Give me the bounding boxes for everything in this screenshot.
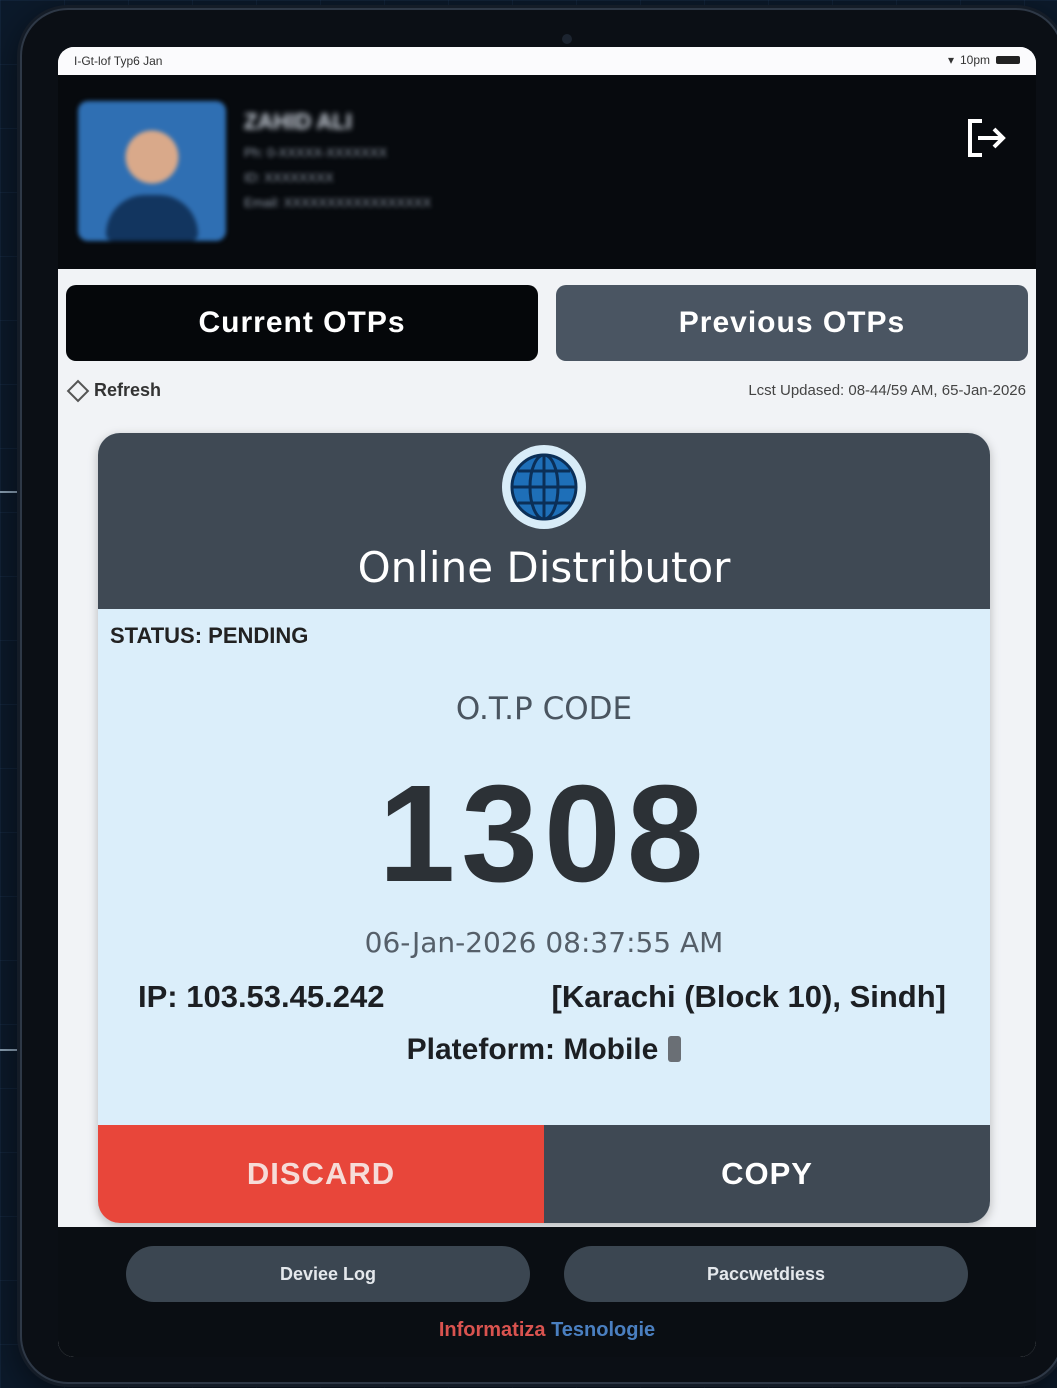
app-screen: I-Gt-lof Typ6 Jan ▾ 10pm ZAHID ALI Ph: 0… <box>58 47 1036 1357</box>
otp-card: Online Distributor STATUS: PENDING O.T.P… <box>98 433 990 1223</box>
user-id: ID: XXXXXXXX <box>244 170 334 185</box>
otp-tabs: Current OTPs Previous OTPs <box>66 285 1028 361</box>
status-bar-time: 10pm <box>959 53 990 67</box>
refresh-label: Refresh <box>94 380 162 400</box>
camera-dot <box>562 34 572 44</box>
status-badge: STATUS: PENDING <box>110 623 309 648</box>
copy-button[interactable]: COPY <box>544 1125 990 1223</box>
tab-current-otps[interactable]: Current OTPs <box>66 285 538 361</box>
status-bar-right: ▾ 10pm <box>948 53 1020 67</box>
device-log-button[interactable]: Deviee Log <box>126 1246 530 1302</box>
last-updated: Lcst Updased: 08-44/59 AM, 65-Jan-2026 <box>748 382 1026 399</box>
refresh-button[interactable]: Refresh <box>66 379 162 402</box>
profile-header: ZAHID ALI Ph: 0-XXXXX-XXXXXXX ID: XXXXXX… <box>58 75 1036 269</box>
mobile-phone-icon <box>668 1036 682 1062</box>
platform-label: Plateform: Mobile <box>406 1033 659 1066</box>
brand-part-2: Tesnologie <box>551 1319 656 1341</box>
status-bar-carrier: I-Gt-lof Typ6 Jan <box>74 54 163 68</box>
passwords-button[interactable]: Paccwetdiess <box>564 1246 968 1302</box>
otp-timestamp: 06-Jan-2026 08:37:55 AM <box>364 926 724 959</box>
status-bar: I-Gt-lof Typ6 Jan ▾ 10pm <box>58 47 1036 75</box>
battery-icon <box>996 56 1020 64</box>
user-phone: Ph: 0-XXXXX-XXXXXXX <box>244 145 388 160</box>
brand-footer: Informatiza Tesnologie <box>58 1319 1036 1342</box>
brand-part-1: Informatiza <box>438 1319 546 1341</box>
avatar <box>78 101 226 241</box>
logout-button[interactable] <box>960 113 1010 163</box>
footer: Deviee Log Paccwetdiess Informatiza Tesn… <box>58 1227 1036 1357</box>
wifi-icon: ▾ <box>947 53 954 67</box>
platform: Plateform: Mobile <box>98 1033 990 1067</box>
ip-address: IP: 103.53.45.242 <box>138 979 385 1014</box>
tab-previous-otps[interactable]: Previous OTPs <box>556 285 1028 361</box>
otp-label: O.T.P CODE <box>455 691 633 727</box>
card-title: Online Distributor <box>357 543 731 592</box>
card-actions: DISCARD COPY <box>98 1125 990 1223</box>
profile-info: ZAHID ALI Ph: 0-XXXXX-XXXXXXX ID: XXXXXX… <box>244 109 431 210</box>
logout-icon <box>968 119 1006 157</box>
location: [Karachi (Block 10), Sindh] <box>551 979 946 1014</box>
user-name: ZAHID ALI <box>244 109 352 134</box>
card-header: Online Distributor <box>98 433 990 609</box>
user-email: Email: XXXXXXXXXXXXXXXXX <box>244 195 432 210</box>
discard-button[interactable]: DISCARD <box>98 1125 544 1223</box>
otp-code: 1308 <box>378 757 710 911</box>
globe-icon <box>502 445 586 529</box>
refresh-icon <box>66 379 90 402</box>
